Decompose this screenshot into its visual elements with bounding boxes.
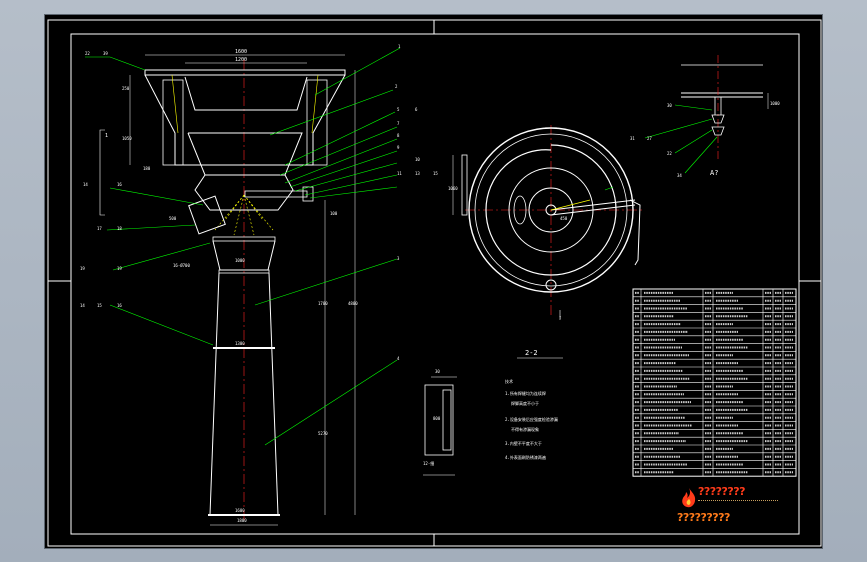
- hopper-inner-cone: [184, 76, 308, 111]
- dim-detail-800: 800: [433, 416, 441, 421]
- brand-underline: [698, 500, 778, 503]
- notes-line-4: 不得有渗漏现象: [511, 426, 539, 432]
- leaders-front: [85, 47, 401, 446]
- sheet-outer-frame: [47, 19, 822, 547]
- notes-line-1: 1.所有焊缝均为连续焊: [505, 390, 546, 396]
- detail-a: [644, 55, 769, 174]
- balloon-d-3: 22: [667, 151, 672, 156]
- balloons-left: 22 39 14 16 17 18 19 19 14 15 16: [80, 51, 122, 308]
- balloons-detail: 30 31 27 22 34: [630, 103, 682, 178]
- side-inlet: [188, 195, 226, 235]
- balloon-r-7: 8: [397, 133, 400, 138]
- dim-left-h2: 1050: [122, 136, 132, 141]
- balloon-r-3: 4: [397, 356, 400, 361]
- cad-viewport[interactable]: 1600 1200 250 1050 500 180 1000 1300 160…: [44, 14, 823, 549]
- dim-mid: 1300: [235, 341, 245, 346]
- balloons-right: 1 2 3 4 5 6 7 8 9 10 11 13 15: [395, 44, 438, 361]
- small-detail-inner: [442, 389, 452, 451]
- dim-side-1060: 1060: [448, 186, 458, 191]
- balloon-r-0: 1: [398, 44, 401, 49]
- balloon-r-8: 9: [397, 145, 400, 150]
- dim-base: 1800: [237, 518, 247, 523]
- sheet-inner-frame: [70, 33, 800, 535]
- notes: 技术 1.所有焊缝均为连续焊 焊脚高度不小于 2.设备安装后应强度检验渗漏 不得…: [505, 378, 558, 460]
- balloon-l-0: 22: [85, 51, 90, 56]
- notes-line-6: 4.外表面刷防锈漆两遍: [505, 454, 546, 460]
- dim-overall-1: 1700: [318, 301, 328, 306]
- detail-leaders: [644, 104, 718, 174]
- bom-table: [632, 288, 797, 477]
- notes-line-3: 2.设备安装后应强度检验渗漏: [505, 416, 558, 422]
- balloon-r-10: 11: [397, 171, 402, 176]
- cad-drawing: 1600 1200 250 1050 500 180 1000 1300 160…: [47, 19, 822, 547]
- inner-box-right: [306, 79, 328, 166]
- balloon-l-6: 19: [80, 266, 85, 271]
- balloon-l-1: 39: [103, 51, 108, 56]
- notes-title: 技术: [505, 378, 513, 384]
- front-view: [85, 47, 401, 526]
- balloon-l-10: 16: [117, 303, 122, 308]
- detail-label: A?: [710, 169, 718, 177]
- dim-top-inner: 1200: [235, 57, 247, 63]
- small-detail-label: 12-细: [423, 460, 434, 466]
- balloon-r-11: 13: [415, 171, 420, 176]
- notes-line-2: 焊脚高度不小于: [511, 400, 539, 406]
- notes-line-5: 3.内壁不平度不大于: [505, 440, 542, 446]
- balloon-l-3: 16: [117, 182, 122, 187]
- balloon-d-1: 31: [630, 136, 635, 141]
- jet-yellow: [550, 199, 591, 211]
- balloon-d-4: 34: [677, 173, 682, 178]
- hl-1: [171, 74, 179, 134]
- dim-circ-450: 450: [560, 216, 568, 221]
- dim-lower: 1600: [235, 508, 245, 513]
- right-pipe: [244, 190, 308, 198]
- hl-2: [311, 74, 319, 134]
- hopper-outer: [144, 74, 346, 166]
- right-pipe-flange: [302, 186, 314, 202]
- brand-text: ?????????: [677, 511, 730, 524]
- dim-sect-ab: т: [559, 315, 562, 320]
- balloon-l-5: 18: [117, 226, 122, 231]
- dim-overall-3: 5270: [318, 431, 328, 436]
- dim-side-180: 180: [143, 166, 151, 171]
- balloon-l-2: 14: [83, 182, 88, 187]
- top-flange: [144, 69, 346, 76]
- balloon-d-2: 27: [647, 136, 652, 141]
- balloon-r-5: 6: [415, 107, 418, 112]
- balloon-l-7: 19: [117, 266, 122, 271]
- balloon-r-9: 10: [415, 157, 420, 162]
- dim-right-width: 1000: [770, 101, 780, 106]
- view-label: 1: [105, 133, 108, 139]
- left-bracket: [99, 129, 105, 216]
- balloon-r-1: 2: [395, 84, 398, 89]
- dim-left-h1: 250: [122, 86, 130, 91]
- dim-detail-30: 30: [435, 369, 440, 374]
- balloon-r-4: 5: [397, 107, 400, 112]
- balloon-r-6: 7: [397, 121, 400, 126]
- balloon-d-0: 30: [667, 103, 672, 108]
- inner-box: [162, 79, 184, 166]
- top-view-leader-1: [604, 186, 614, 191]
- balloon-l-4: 17: [97, 226, 102, 231]
- dim-top-outer: 1600: [235, 49, 247, 55]
- dim-angle: 16-Ø700: [173, 263, 190, 268]
- balloon-r-2: 3: [397, 256, 400, 261]
- dim-overall-2: 4800: [348, 301, 358, 306]
- balloon-r-12: 15: [433, 171, 438, 176]
- balloon-l-8: 14: [80, 303, 85, 308]
- left-lug: [461, 154, 468, 216]
- dim-neck: 1000: [235, 258, 245, 263]
- balloon-l-9: 15: [97, 303, 102, 308]
- section-label: 2-2: [525, 349, 538, 357]
- top-view: [452, 125, 645, 320]
- mid-cone: [187, 132, 303, 176]
- dim-side-500: 500: [169, 216, 177, 221]
- flame-logo-icon: [682, 488, 696, 508]
- dim-small-100: 100: [330, 211, 338, 216]
- brand-logo-text: ????????: [698, 485, 746, 498]
